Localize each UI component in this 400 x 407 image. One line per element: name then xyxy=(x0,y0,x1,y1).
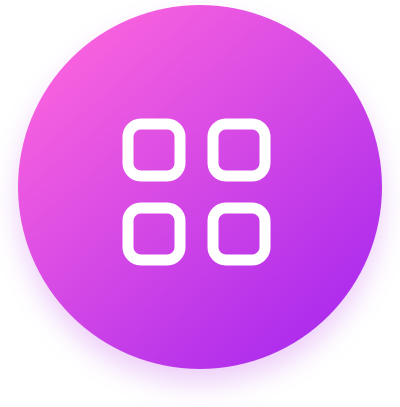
circle-background xyxy=(18,5,382,369)
apps-grid-button[interactable] xyxy=(18,5,382,369)
circle-fill xyxy=(18,5,382,369)
icon-stage xyxy=(0,0,400,407)
